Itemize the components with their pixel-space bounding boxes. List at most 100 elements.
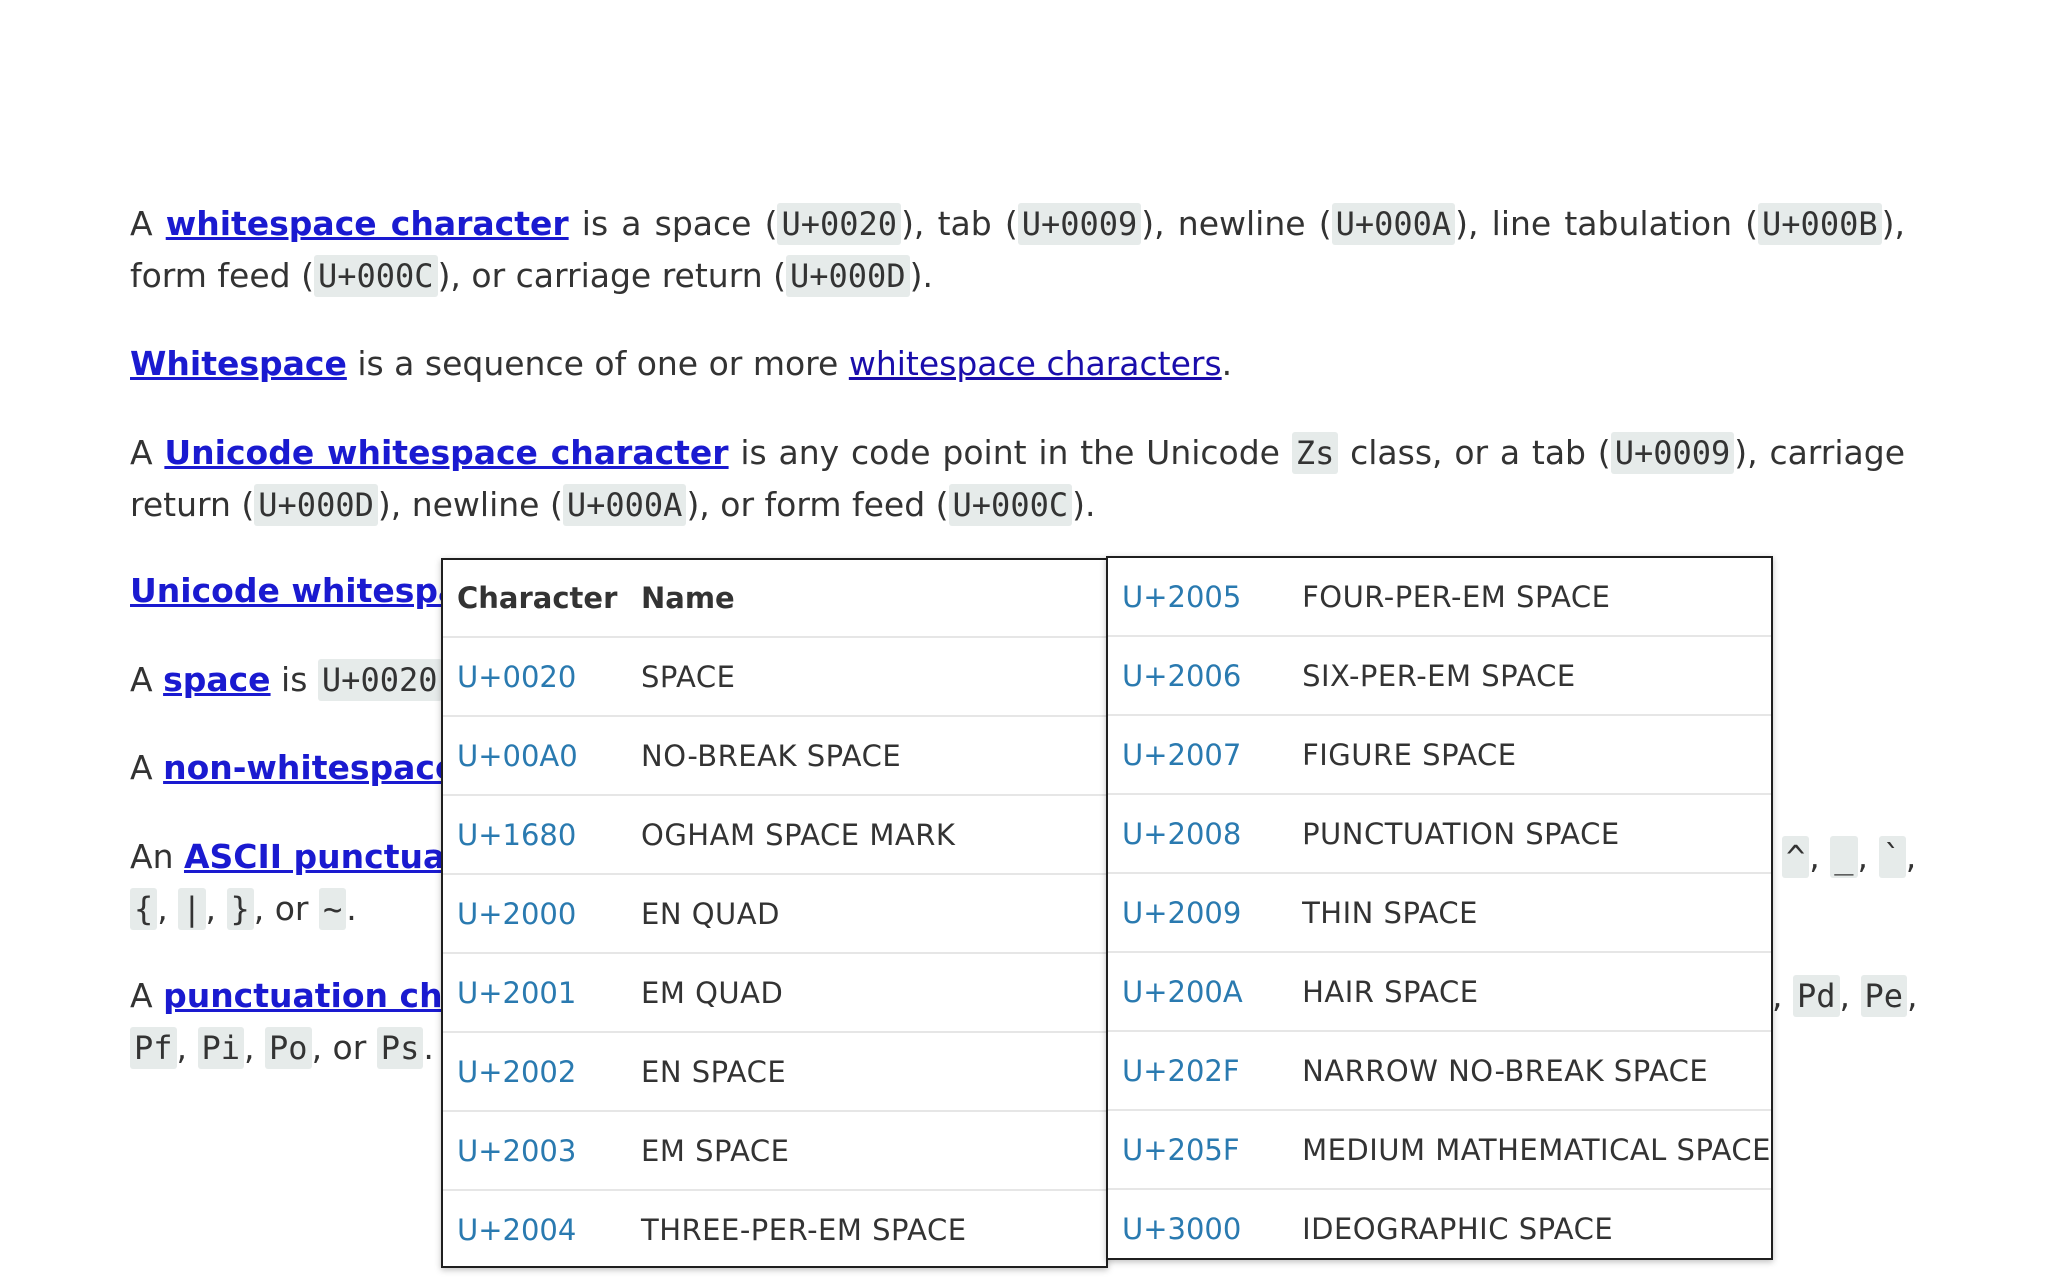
code-point-cell: U+200A — [1108, 952, 1289, 1032]
unicode-whitespace-character-link[interactable]: Unicode whitespace character — [164, 433, 728, 472]
text: is — [270, 660, 318, 699]
name-cell: FOUR-PER-EM SPACE — [1288, 558, 1771, 637]
non-whitespace-paragraph: A non-whitespace — [130, 742, 457, 794]
code-point-cell: U+2006 — [1108, 636, 1289, 716]
table-row: U+2001 EM QUAD — [443, 953, 1106, 1033]
unicode-whitespace-table-right: U+2005 FOUR-PER-EM SPACE U+2006 SIX-PER-EM… — [1106, 556, 1773, 1260]
whitespace-definition: Whitespace is a sequence of one or more … — [130, 338, 1905, 390]
name-cell: EN SPACE — [627, 1032, 1106, 1112]
code-point-cell: U+0020 — [443, 637, 627, 717]
table-header-row: Character Name — [443, 560, 1106, 638]
code-span: _ — [1830, 836, 1858, 878]
code-point-cell: U+2004 — [457, 1212, 577, 1247]
code-point-cell: U+202F — [1108, 1031, 1289, 1111]
ascii-punctuation-link[interactable]: ASCII punctua — [184, 837, 445, 876]
text: ), or carriage return ( — [437, 256, 786, 295]
code-point-cell: U+205F — [1108, 1110, 1289, 1190]
name-cell: SIX-PER-EM SPACE — [1288, 636, 1771, 716]
text: is a space ( — [568, 204, 778, 243]
punctuation-tail-right: , Pd, Pe, — [1772, 975, 1918, 1017]
code-span: U+000D — [785, 255, 910, 297]
ascii-punctuation-line2: {, |, }, or ~. — [130, 883, 357, 935]
name-cell: EM QUAD — [627, 953, 1106, 1033]
column-header-character: Character — [443, 560, 627, 638]
table-row: U+200A HAIR SPACE — [1108, 952, 1771, 1032]
column-header-name: Name — [627, 560, 1106, 638]
space-paragraph: A space is U+0020 — [130, 654, 442, 706]
table-row: U+2006 SIX-PER-EM SPACE — [1108, 636, 1771, 716]
code-span: Ps — [376, 1027, 424, 1069]
code-span: U+000D — [254, 484, 378, 526]
table-row: U+202F NARROW NO-BREAK SPACE — [1108, 1031, 1771, 1111]
code-span: Pe — [1860, 975, 1908, 1017]
name-cell: FIGURE SPACE — [1288, 715, 1771, 795]
unicode-whitespace-paragraph: Unicode whitespa — [130, 565, 460, 617]
code-span: U+000C — [948, 484, 1073, 526]
code-span: Pf — [130, 1027, 177, 1069]
name-cell: NO-BREAK SPACE — [627, 716, 1106, 796]
code-span: U+000C — [313, 255, 438, 297]
code-point-cell: U+2009 — [1108, 873, 1289, 953]
code-point-cell: U+2000 — [443, 874, 627, 954]
code-span: ~ — [319, 888, 347, 930]
punctuation-character-link[interactable]: punctuation cha — [163, 976, 465, 1015]
text: ), tab ( — [901, 204, 1018, 243]
name-cell: HAIR SPACE — [1288, 952, 1771, 1032]
table-row: U+2002 EN SPACE — [443, 1032, 1106, 1112]
code-span: ^ — [1782, 836, 1810, 878]
table-row: U+2004 THREE-PER-EM SPACE — [443, 1190, 1106, 1268]
space-link[interactable]: space — [163, 660, 270, 699]
code-point-cell: U+2001 — [443, 953, 627, 1033]
text: A — [130, 660, 164, 699]
code-span: U+000A — [1331, 203, 1456, 245]
code-point-cell: U+2003 — [443, 1111, 627, 1191]
text: is a sequence of one or more — [346, 344, 849, 383]
whitespace-character-definition: A whitespace character is a space (U+002… — [130, 198, 1905, 302]
text: , or — [311, 1028, 377, 1067]
code-span: Zs — [1291, 432, 1339, 474]
text: class, or a tab ( — [1338, 433, 1611, 472]
text: A — [130, 748, 164, 787]
table-row: U+2009 THIN SPACE — [1108, 873, 1771, 953]
code-point-cell: U+2007 — [1108, 715, 1289, 795]
whitespace-link[interactable]: Whitespace — [130, 344, 347, 383]
code-span: } — [226, 888, 254, 930]
table-row: U+3000 IDEOGRAPHIC SPACE — [1108, 1189, 1771, 1267]
text: An — [130, 837, 184, 876]
code-span: U+000A — [562, 484, 687, 526]
text: . — [1221, 344, 1233, 383]
code-span: U+000B — [1758, 203, 1882, 245]
name-cell: SPACE — [627, 637, 1106, 717]
non-whitespace-link[interactable]: non-whitespace — [163, 748, 457, 787]
unicode-whitespace-link[interactable]: Unicode whitespa — [130, 571, 460, 610]
text: A — [130, 433, 165, 472]
whitespace-characters-link[interactable]: whitespace characters — [849, 344, 1222, 383]
code-span: U+0020 — [777, 203, 902, 245]
code-point-cell: U+2002 — [443, 1032, 627, 1112]
whitespace-character-link[interactable]: whitespace character — [166, 204, 569, 243]
table-row: U+2005 FOUR-PER-EM SPACE — [1108, 558, 1771, 637]
table-row: U+00A0 NO-BREAK SPACE — [443, 716, 1106, 796]
code-span: Po — [265, 1027, 312, 1069]
table-row: U+0020 SPACE — [443, 637, 1106, 717]
unicode-whitespace-character-definition: A Unicode whitespace character is any co… — [130, 427, 1905, 531]
text: is any code point in the Unicode — [728, 433, 1292, 472]
text: ), or form feed ( — [686, 485, 949, 524]
code-span: U+0020 — [317, 659, 442, 701]
ascii-punctuation-paragraph: An ASCII punctua — [130, 831, 445, 883]
text: A — [130, 976, 164, 1015]
code-span: U+0009 — [1017, 203, 1142, 245]
ascii-punctuation-tail-right: ^, _, `, — [1782, 831, 1916, 883]
table-row: U+2000 EN QUAD — [443, 874, 1106, 954]
table-row: U+2003 EM SPACE — [443, 1111, 1106, 1191]
code-span: Pi — [197, 1027, 245, 1069]
text: ). — [909, 256, 933, 295]
name-cell: THREE-PER-EM SPACE — [641, 1212, 967, 1247]
code-point-cell: U+3000 — [1122, 1211, 1242, 1246]
punctuation-character-paragraph: A punctuation cha — [130, 970, 465, 1022]
code-span: | — [178, 888, 206, 930]
text: ), line tabulation ( — [1455, 204, 1759, 243]
name-cell: PUNCTUATION SPACE — [1288, 794, 1771, 874]
code-point-cell: U+00A0 — [443, 716, 627, 796]
code-point-cell: U+2008 — [1108, 794, 1289, 874]
